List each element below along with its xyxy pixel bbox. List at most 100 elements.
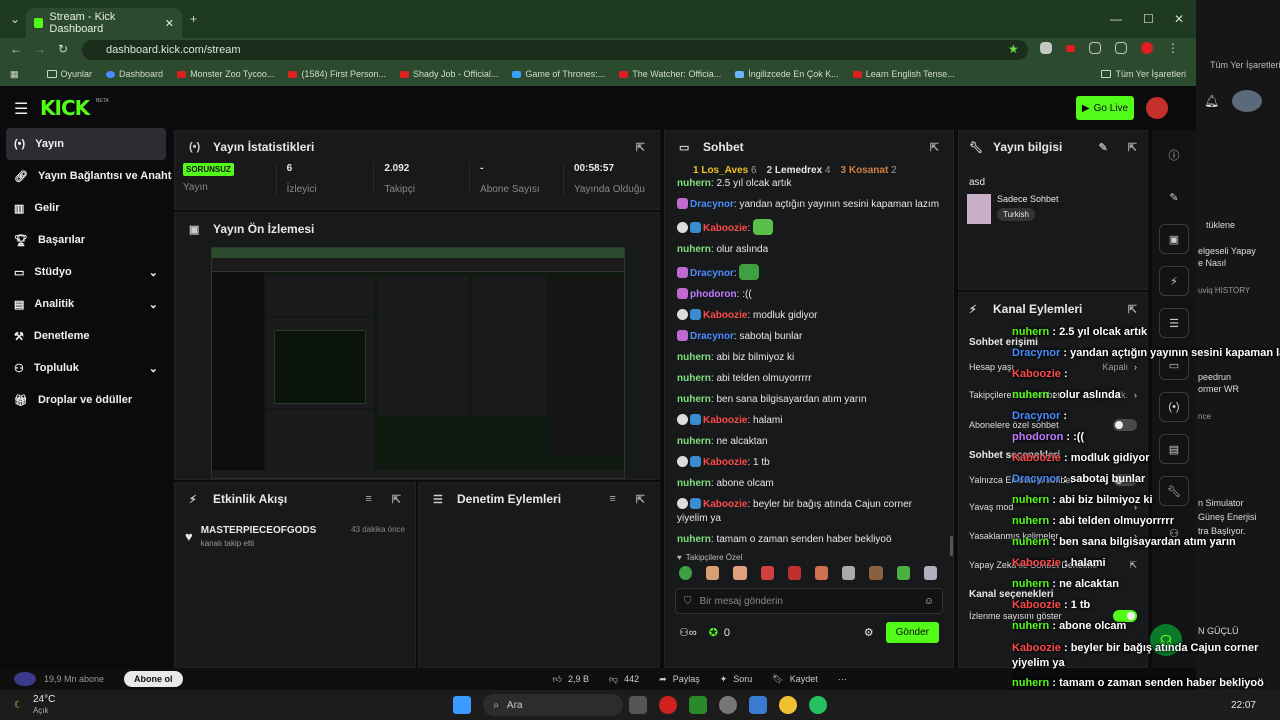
avatar[interactable] bbox=[1146, 97, 1168, 119]
start-icon[interactable] bbox=[453, 696, 472, 714]
sidebar-item-community[interactable]: ⚇ Topluluk ⌄ bbox=[0, 352, 172, 384]
preview-icon[interactable]: ▣ bbox=[1159, 224, 1189, 254]
clock[interactable]: 22:07 bbox=[1231, 700, 1256, 711]
sidebar-item-moderation[interactable]: ⚒ Denetleme bbox=[0, 320, 172, 352]
like-icon[interactable]: 👍︎ bbox=[553, 674, 562, 685]
taskbar-search[interactable]: ⌕ Ara bbox=[483, 694, 624, 716]
expand-icon[interactable]: ⇱ bbox=[1128, 141, 1137, 154]
chat-username[interactable]: Kaboozie bbox=[703, 499, 747, 510]
tag-chip[interactable]: Turkish bbox=[997, 208, 1035, 221]
close-tab-icon[interactable]: ✕ bbox=[165, 17, 174, 30]
new-tab-icon[interactable]: + bbox=[190, 12, 197, 26]
app-icon[interactable] bbox=[719, 696, 738, 714]
info-icon[interactable]: ⓘ bbox=[1159, 140, 1189, 170]
chat-username[interactable]: phodoron bbox=[690, 289, 737, 300]
emote-icon[interactable] bbox=[923, 566, 938, 580]
chat-username[interactable]: Kaboozie bbox=[703, 415, 747, 426]
bookmark-item[interactable]: Dashboard bbox=[106, 69, 163, 79]
filter-icon[interactable]: ≡ bbox=[609, 493, 615, 505]
gear-icon[interactable]: ⚙ bbox=[864, 626, 874, 639]
sidebar-item-achievements[interactable]: 🏆︎ Başarılar bbox=[0, 224, 172, 256]
minimize-icon[interactable]: — bbox=[1110, 12, 1122, 26]
bookmark-item[interactable]: (1584) First Person... bbox=[288, 69, 386, 79]
lightning-icon[interactable]: ⚡︎ bbox=[1159, 266, 1189, 296]
bookmark-item[interactable]: Learn English Tense... bbox=[852, 69, 955, 79]
forward-icon[interactable]: → bbox=[34, 42, 46, 56]
preview-video[interactable] bbox=[211, 247, 625, 479]
back-icon[interactable]: ← bbox=[10, 42, 22, 56]
send-button[interactable]: Gönder bbox=[885, 622, 939, 643]
leaderboard-item[interactable]: 1 Los_Aves 6 bbox=[693, 165, 757, 176]
whatsapp-icon[interactable] bbox=[809, 696, 828, 714]
chat-username[interactable]: nuhern bbox=[677, 373, 711, 384]
subscribe-button[interactable]: Abone ol bbox=[124, 671, 183, 687]
sidebar-item-stream-key[interactable]: 🔗︎ Yayın Bağlantısı ve Anahtarı bbox=[0, 160, 172, 192]
chat-username[interactable]: Dracynor bbox=[690, 268, 734, 279]
ask-icon[interactable]: ✦ bbox=[720, 674, 728, 685]
xbox-icon[interactable] bbox=[689, 696, 708, 714]
emote-icon[interactable] bbox=[896, 566, 910, 580]
all-bookmarks[interactable]: Tüm Yer İşaretleri bbox=[1101, 69, 1186, 79]
leaderboard-item[interactable]: 3 Kosanat 2 bbox=[841, 165, 897, 176]
maximize-icon[interactable]: ☐ bbox=[1143, 12, 1154, 26]
expand-icon[interactable]: ⇱ bbox=[636, 493, 645, 506]
chat-username[interactable]: Dracynor bbox=[690, 331, 734, 342]
sidebar-item-studio[interactable]: ▭ Stüdyo ⌄ bbox=[0, 256, 172, 288]
bookmark-item[interactable]: Oyunlar bbox=[46, 69, 92, 79]
expand-icon[interactable]: ⇱ bbox=[392, 493, 401, 506]
tab-menu-icon[interactable]: ⌄ bbox=[10, 12, 20, 26]
sidebar-item-drops[interactable]: 🎁︎ Droplar ve ödüller bbox=[0, 384, 172, 416]
filter-icon[interactable]: ≡ bbox=[365, 493, 371, 505]
emote-icon[interactable] bbox=[842, 566, 856, 580]
chrome-menu-icon[interactable]: ⋮ bbox=[1167, 41, 1179, 55]
chrome-icon[interactable] bbox=[779, 696, 798, 714]
emote-icon[interactable] bbox=[787, 566, 802, 580]
chat-username[interactable]: Kaboozie bbox=[703, 223, 747, 234]
bookmark-item[interactable]: İngilizcede En Çok K... bbox=[735, 69, 839, 79]
activity-user[interactable]: MASTERPIECEOFGODS bbox=[201, 525, 317, 536]
puzzle-ext-icon[interactable] bbox=[1089, 42, 1101, 54]
expand-icon[interactable]: ⇱ bbox=[1128, 303, 1137, 316]
expand-icon[interactable]: ⇱ bbox=[930, 141, 939, 154]
media-ext-icon[interactable] bbox=[1115, 42, 1127, 54]
emote-icon[interactable] bbox=[733, 566, 747, 580]
profile-ext-icon[interactable] bbox=[1141, 42, 1153, 54]
close-window-icon[interactable]: ✕ bbox=[1174, 12, 1184, 26]
leaderboard-item[interactable]: 2 Lemedrex 4 bbox=[767, 165, 831, 176]
settings-link-icon[interactable]: ⚇∞ bbox=[679, 626, 697, 639]
emote-icon[interactable] bbox=[679, 566, 693, 580]
bookmark-item[interactable]: The Watcher: Officia... bbox=[619, 69, 721, 79]
bookmark-item[interactable]: Game of Thrones:... bbox=[512, 69, 605, 79]
chat-username[interactable]: nuhern bbox=[677, 394, 711, 405]
reload-icon[interactable]: ↻ bbox=[58, 42, 68, 56]
chat-username[interactable]: Kaboozie bbox=[703, 457, 747, 468]
chat-username[interactable]: nuhern bbox=[677, 478, 711, 489]
emoji-icon[interactable]: ☺ bbox=[924, 596, 934, 607]
sidebar-item-stream[interactable]: (•) Yayın bbox=[6, 128, 166, 160]
emote-icon[interactable] bbox=[869, 566, 883, 580]
sidebar-item-analytics[interactable]: ▤ Analitik ⌄ bbox=[0, 288, 172, 320]
chat-input[interactable]: ⛉ Bir mesaj gönderin ☺ bbox=[675, 588, 943, 614]
explorer-icon[interactable] bbox=[749, 696, 768, 714]
category-name[interactable]: Sadece Sohbet bbox=[997, 194, 1059, 204]
apps-icon[interactable]: ▦ bbox=[10, 69, 19, 80]
youtube-ext-icon[interactable] bbox=[1066, 44, 1075, 52]
expand-icon[interactable]: ⇱ bbox=[636, 141, 645, 154]
bookmark-item[interactable]: Monster Zoo Tycoo... bbox=[177, 69, 274, 79]
more-icon[interactable]: ⋯ bbox=[838, 674, 847, 685]
avatar[interactable] bbox=[1232, 90, 1262, 112]
share-icon[interactable]: ➦ bbox=[659, 674, 667, 685]
dislike-icon[interactable]: 👎︎ bbox=[609, 674, 618, 685]
bookmark-star-icon[interactable]: ★ bbox=[1008, 42, 1019, 56]
task-view-icon[interactable] bbox=[629, 696, 648, 714]
chat-scrollbar[interactable] bbox=[950, 536, 953, 556]
weather-widget[interactable]: 24°C Açık bbox=[33, 694, 55, 716]
go-live-button[interactable]: ▶ Go Live bbox=[1076, 96, 1134, 120]
emote-icon[interactable] bbox=[760, 566, 774, 580]
sidebar-item-revenue[interactable]: ▥ Gelir bbox=[0, 192, 172, 224]
chat-username[interactable]: nuhern bbox=[677, 352, 711, 363]
emote-icon[interactable] bbox=[815, 566, 829, 580]
emote-icon[interactable] bbox=[706, 566, 720, 580]
edit-icon[interactable]: ✎ bbox=[1099, 141, 1108, 154]
chat-username[interactable]: nuhern bbox=[677, 244, 711, 255]
